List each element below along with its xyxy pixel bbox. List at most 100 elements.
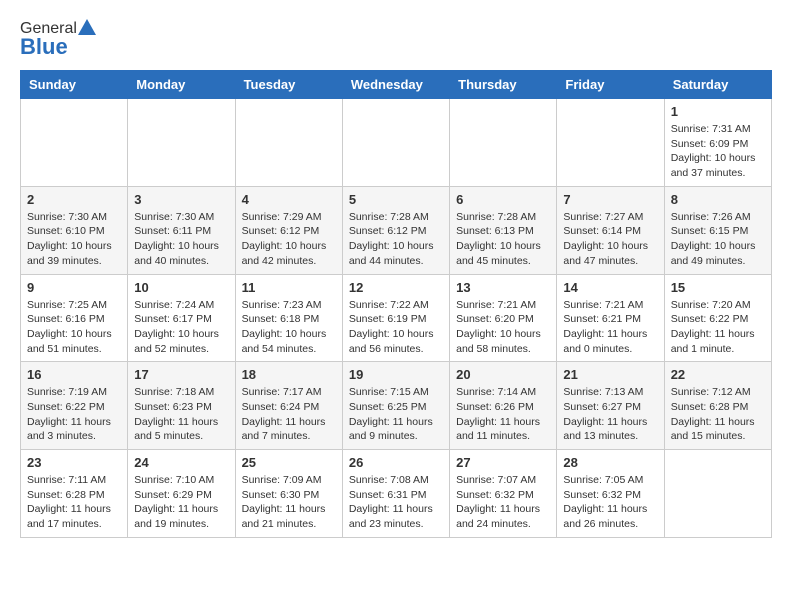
logo-icon xyxy=(78,19,96,35)
day-number: 5 xyxy=(349,192,443,207)
day-info: Sunrise: 7:11 AM Sunset: 6:28 PM Dayligh… xyxy=(27,473,121,532)
day-info: Sunrise: 7:28 AM Sunset: 6:12 PM Dayligh… xyxy=(349,210,443,269)
day-info: Sunrise: 7:05 AM Sunset: 6:32 PM Dayligh… xyxy=(563,473,657,532)
day-number: 13 xyxy=(456,280,550,295)
day-number: 18 xyxy=(242,367,336,382)
day-info: Sunrise: 7:14 AM Sunset: 6:26 PM Dayligh… xyxy=(456,385,550,444)
day-number: 20 xyxy=(456,367,550,382)
calendar-cell: 4 Sunrise: 7:29 AM Sunset: 6:12 PM Daylig… xyxy=(235,186,342,274)
calendar-cell: 22 Sunrise: 7:12 AM Sunset: 6:28 PM Dayli… xyxy=(664,362,771,450)
logo-blue-text: Blue xyxy=(20,34,68,60)
weekday-header-wednesday: Wednesday xyxy=(342,71,449,99)
day-info: Sunrise: 7:23 AM Sunset: 6:18 PM Dayligh… xyxy=(242,298,336,357)
day-number: 14 xyxy=(563,280,657,295)
day-info: Sunrise: 7:29 AM Sunset: 6:12 PM Dayligh… xyxy=(242,210,336,269)
day-number: 4 xyxy=(242,192,336,207)
calendar-cell: 18 Sunrise: 7:17 AM Sunset: 6:24 PM Dayli… xyxy=(235,362,342,450)
calendar-cell xyxy=(128,99,235,187)
day-number: 22 xyxy=(671,367,765,382)
day-number: 21 xyxy=(563,367,657,382)
weekday-header-tuesday: Tuesday xyxy=(235,71,342,99)
weekday-header-sunday: Sunday xyxy=(21,71,128,99)
calendar-cell: 1 Sunrise: 7:31 AM Sunset: 6:09 PM Daylig… xyxy=(664,99,771,187)
logo: General Blue xyxy=(20,20,96,60)
calendar-cell xyxy=(664,450,771,538)
day-number: 27 xyxy=(456,455,550,470)
week-row-2: 2 Sunrise: 7:30 AM Sunset: 6:10 PM Daylig… xyxy=(21,186,772,274)
calendar-cell: 13 Sunrise: 7:21 AM Sunset: 6:20 PM Dayli… xyxy=(450,274,557,362)
day-info: Sunrise: 7:13 AM Sunset: 6:27 PM Dayligh… xyxy=(563,385,657,444)
day-info: Sunrise: 7:21 AM Sunset: 6:21 PM Dayligh… xyxy=(563,298,657,357)
calendar-cell: 5 Sunrise: 7:28 AM Sunset: 6:12 PM Daylig… xyxy=(342,186,449,274)
day-number: 3 xyxy=(134,192,228,207)
day-number: 24 xyxy=(134,455,228,470)
day-info: Sunrise: 7:15 AM Sunset: 6:25 PM Dayligh… xyxy=(349,385,443,444)
week-row-4: 16Sunrise: 7:19 AM Sunset: 6:22 PM Dayli… xyxy=(21,362,772,450)
day-info: Sunrise: 7:30 AM Sunset: 6:10 PM Dayligh… xyxy=(27,210,121,269)
day-info: Sunrise: 7:30 AM Sunset: 6:11 PM Dayligh… xyxy=(134,210,228,269)
day-number: 11 xyxy=(242,280,336,295)
calendar-cell: 12 Sunrise: 7:22 AM Sunset: 6:19 PM Dayli… xyxy=(342,274,449,362)
calendar-table: SundayMondayTuesdayWednesdayThursdayFrid… xyxy=(20,70,772,538)
calendar-cell: 8 Sunrise: 7:26 AM Sunset: 6:15 PM Daylig… xyxy=(664,186,771,274)
calendar-cell: 7Sunrise: 7:27 AM Sunset: 6:14 PM Daylig… xyxy=(557,186,664,274)
day-number: 6 xyxy=(456,192,550,207)
calendar-cell xyxy=(342,99,449,187)
week-row-1: 1 Sunrise: 7:31 AM Sunset: 6:09 PM Daylig… xyxy=(21,99,772,187)
calendar-cell xyxy=(21,99,128,187)
calendar-cell: 25Sunrise: 7:09 AM Sunset: 6:30 PM Dayli… xyxy=(235,450,342,538)
day-number: 17 xyxy=(134,367,228,382)
calendar-cell: 24 Sunrise: 7:10 AM Sunset: 6:29 PM Dayli… xyxy=(128,450,235,538)
calendar-cell: 6 Sunrise: 7:28 AM Sunset: 6:13 PM Daylig… xyxy=(450,186,557,274)
day-number: 8 xyxy=(671,192,765,207)
day-info: Sunrise: 7:09 AM Sunset: 6:30 PM Dayligh… xyxy=(242,473,336,532)
day-info: Sunrise: 7:27 AM Sunset: 6:14 PM Dayligh… xyxy=(563,210,657,269)
calendar-cell: 17 Sunrise: 7:18 AM Sunset: 6:23 PM Dayli… xyxy=(128,362,235,450)
day-info: Sunrise: 7:10 AM Sunset: 6:29 PM Dayligh… xyxy=(134,473,228,532)
calendar-cell: 9 Sunrise: 7:25 AM Sunset: 6:16 PM Daylig… xyxy=(21,274,128,362)
day-info: Sunrise: 7:20 AM Sunset: 6:22 PM Dayligh… xyxy=(671,298,765,357)
day-number: 12 xyxy=(349,280,443,295)
day-info: Sunrise: 7:22 AM Sunset: 6:19 PM Dayligh… xyxy=(349,298,443,357)
day-info: Sunrise: 7:31 AM Sunset: 6:09 PM Dayligh… xyxy=(671,122,765,181)
day-info: Sunrise: 7:18 AM Sunset: 6:23 PM Dayligh… xyxy=(134,385,228,444)
day-info: Sunrise: 7:17 AM Sunset: 6:24 PM Dayligh… xyxy=(242,385,336,444)
calendar-cell: 10Sunrise: 7:24 AM Sunset: 6:17 PM Dayli… xyxy=(128,274,235,362)
day-number: 23 xyxy=(27,455,121,470)
day-number: 28 xyxy=(563,455,657,470)
calendar-cell: 19Sunrise: 7:15 AM Sunset: 6:25 PM Dayli… xyxy=(342,362,449,450)
day-info: Sunrise: 7:08 AM Sunset: 6:31 PM Dayligh… xyxy=(349,473,443,532)
weekday-header-row: SundayMondayTuesdayWednesdayThursdayFrid… xyxy=(21,71,772,99)
day-number: 15 xyxy=(671,280,765,295)
day-info: Sunrise: 7:26 AM Sunset: 6:15 PM Dayligh… xyxy=(671,210,765,269)
calendar-cell: 20 Sunrise: 7:14 AM Sunset: 6:26 PM Dayli… xyxy=(450,362,557,450)
week-row-3: 9 Sunrise: 7:25 AM Sunset: 6:16 PM Daylig… xyxy=(21,274,772,362)
calendar-cell xyxy=(557,99,664,187)
week-row-5: 23 Sunrise: 7:11 AM Sunset: 6:28 PM Dayli… xyxy=(21,450,772,538)
weekday-header-friday: Friday xyxy=(557,71,664,99)
day-info: Sunrise: 7:25 AM Sunset: 6:16 PM Dayligh… xyxy=(27,298,121,357)
page-header: General Blue xyxy=(20,20,772,60)
calendar-cell: 16Sunrise: 7:19 AM Sunset: 6:22 PM Dayli… xyxy=(21,362,128,450)
weekday-header-thursday: Thursday xyxy=(450,71,557,99)
day-number: 1 xyxy=(671,104,765,119)
day-info: Sunrise: 7:07 AM Sunset: 6:32 PM Dayligh… xyxy=(456,473,550,532)
calendar-cell: 15 Sunrise: 7:20 AM Sunset: 6:22 PM Dayli… xyxy=(664,274,771,362)
day-info: Sunrise: 7:12 AM Sunset: 6:28 PM Dayligh… xyxy=(671,385,765,444)
calendar-cell: 23 Sunrise: 7:11 AM Sunset: 6:28 PM Dayli… xyxy=(21,450,128,538)
day-info: Sunrise: 7:28 AM Sunset: 6:13 PM Dayligh… xyxy=(456,210,550,269)
calendar-cell: 11 Sunrise: 7:23 AM Sunset: 6:18 PM Dayli… xyxy=(235,274,342,362)
calendar-cell: 28 Sunrise: 7:05 AM Sunset: 6:32 PM Dayli… xyxy=(557,450,664,538)
calendar-cell: 2 Sunrise: 7:30 AM Sunset: 6:10 PM Daylig… xyxy=(21,186,128,274)
day-number: 26 xyxy=(349,455,443,470)
day-info: Sunrise: 7:19 AM Sunset: 6:22 PM Dayligh… xyxy=(27,385,121,444)
day-number: 10 xyxy=(134,280,228,295)
calendar-cell: 26 Sunrise: 7:08 AM Sunset: 6:31 PM Dayli… xyxy=(342,450,449,538)
calendar-cell: 3 Sunrise: 7:30 AM Sunset: 6:11 PM Daylig… xyxy=(128,186,235,274)
day-info: Sunrise: 7:21 AM Sunset: 6:20 PM Dayligh… xyxy=(456,298,550,357)
calendar-cell: 14 Sunrise: 7:21 AM Sunset: 6:21 PM Dayli… xyxy=(557,274,664,362)
day-number: 9 xyxy=(27,280,121,295)
day-number: 2 xyxy=(27,192,121,207)
weekday-header-monday: Monday xyxy=(128,71,235,99)
calendar-cell: 21 Sunrise: 7:13 AM Sunset: 6:27 PM Dayli… xyxy=(557,362,664,450)
